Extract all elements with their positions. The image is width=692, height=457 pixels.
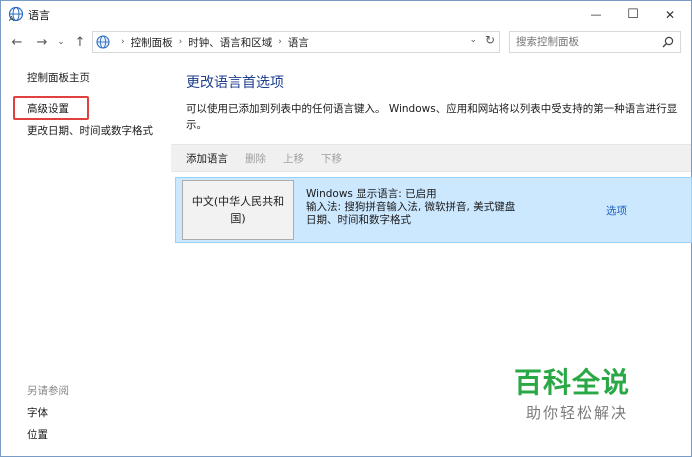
control-panel-icon (95, 34, 111, 50)
close-button[interactable]: ✕ (647, 1, 692, 28)
watermark-brand: 百科全说 (514, 366, 631, 399)
language-name: 中文(中华人民共和国) (191, 195, 285, 225)
address-bar[interactable]: › 控制面板 › 时钟、语言和区域 › 语言 ⌄ ↻ (92, 31, 500, 53)
search-box[interactable] (509, 31, 681, 53)
svg-text:A: A (9, 15, 14, 22)
chevron-down-icon: ⌄ (57, 37, 65, 47)
language-options-link[interactable]: 选项 (606, 203, 627, 218)
advanced-settings-link[interactable]: 高级设置 (27, 101, 69, 116)
fonts-link[interactable]: 字体 (27, 405, 48, 420)
date-time-number-format: 日期、时间和数字格式 (306, 214, 411, 226)
close-icon: ✕ (664, 7, 676, 22)
minimize-icon: — (590, 8, 602, 21)
language-details: Windows 显示语言: 已启用 输入法: 搜狗拼音输入法, 微软拼音, 美式… (306, 188, 515, 227)
refresh-icon[interactable]: ↻ (485, 33, 495, 47)
breadcrumb-separator: › (121, 37, 125, 47)
language-list-item[interactable]: 中文(中华人民共和国) Windows 显示语言: 已启用 输入法: 搜狗拼音输… (175, 177, 692, 243)
title-bar: A 语言 — ☐ ✕ (1, 1, 691, 28)
change-date-time-format-link[interactable]: 更改日期、时间或数字格式 (27, 123, 153, 138)
input-methods: 输入法: 搜狗拼音输入法, 微软拼音, 美式键盘 (306, 201, 516, 213)
location-link[interactable]: 位置 (27, 427, 48, 442)
search-input[interactable] (516, 34, 656, 50)
breadcrumb: › 控制面板 › 时钟、语言和区域 › 语言 (115, 32, 309, 52)
recent-locations-button[interactable]: ⌄ (54, 32, 68, 52)
watermark: 百科全说 助你轻松解决 (514, 366, 654, 423)
up-button[interactable]: ↑ (70, 32, 90, 52)
move-down-button[interactable]: 下移 (321, 151, 342, 166)
address-dropdown-icon[interactable]: ⌄ (469, 35, 477, 45)
page-description: 可以使用已添加到列表中的任何语言键入。 Windows、应用和网站将以列表中受支… (186, 103, 678, 131)
breadcrumb-clock-language-region[interactable]: 时钟、语言和区域 (188, 35, 272, 50)
back-button[interactable]: ← (7, 32, 27, 52)
maximize-icon: ☐ (627, 7, 639, 22)
language-name-button[interactable]: 中文(中华人民共和国) (182, 180, 294, 240)
language-toolbar: 添加语言 删除 上移 下移 (171, 144, 691, 172)
add-language-button[interactable]: 添加语言 (186, 151, 228, 166)
see-also-label: 另请参阅 (27, 385, 69, 397)
page-title: 更改语言首选项 (186, 75, 284, 91)
forward-button[interactable]: → (32, 32, 52, 52)
back-arrow-icon: ← (11, 34, 23, 50)
watermark-slogan: 助你轻松解决 (526, 404, 629, 422)
move-up-button[interactable]: 上移 (283, 151, 304, 166)
breadcrumb-separator: › (278, 37, 282, 47)
breadcrumb-control-panel[interactable]: 控制面板 (131, 35, 173, 50)
forward-arrow-icon: → (36, 34, 48, 50)
language-app-icon: A (8, 6, 24, 23)
breadcrumb-language[interactable]: 语言 (288, 35, 309, 50)
up-arrow-icon: ↑ (74, 34, 86, 50)
search-icon[interactable] (662, 36, 674, 48)
left-navigation-pane: 控制面板主页 高级设置 更改日期、时间或数字格式 另请参阅 字体 位置 (1, 56, 171, 456)
window-title: 语言 (28, 9, 50, 22)
breadcrumb-separator: › (178, 37, 183, 47)
remove-button[interactable]: 删除 (245, 151, 266, 166)
control-panel-home-link[interactable]: 控制面板主页 (27, 70, 90, 85)
language-window: A 语言 — ☐ ✕ ← → ⌄ ↑ › 控制面板 › 时钟、语言和区域 › 语… (0, 0, 692, 457)
display-language-status: Windows 显示语言: 已启用 (306, 188, 437, 200)
navigation-bar: ← → ⌄ ↑ › 控制面板 › 时钟、语言和区域 › 语言 ⌄ ↻ 搜索控制面… (1, 28, 691, 56)
